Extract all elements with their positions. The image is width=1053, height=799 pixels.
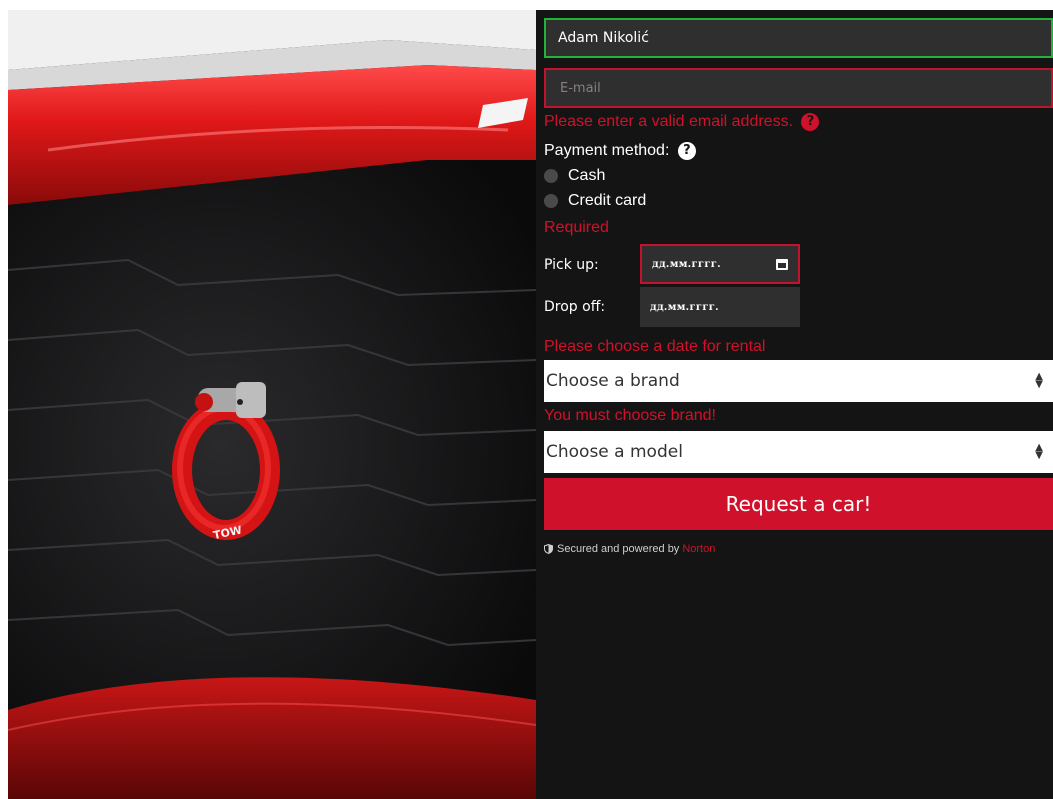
brand-select[interactable]: Choose a brand ▲ ▼: [544, 360, 1053, 402]
radio-credit-card[interactable]: Credit card: [544, 192, 646, 210]
dropoff-date-input[interactable]: дд.мм.гггг.: [640, 287, 800, 327]
hero-image: TOW: [8, 10, 536, 799]
pickup-date-value: дд.мм.гггг.: [652, 258, 721, 270]
email-error-text: Please enter a valid email address.: [544, 113, 794, 131]
secured-text: Secured and powered by: [557, 543, 680, 555]
radio-button[interactable]: [544, 169, 558, 183]
help-icon[interactable]: ?: [677, 142, 696, 160]
dropoff-date-value: дд.мм.гггг.: [650, 301, 719, 313]
model-select[interactable]: Choose a model ▲ ▼: [544, 431, 1053, 473]
payment-method-label: Payment method: ?: [544, 142, 696, 160]
shield-icon: [544, 544, 553, 554]
request-car-button[interactable]: Request a car!: [544, 478, 1053, 530]
help-icon[interactable]: ?: [801, 113, 820, 131]
payment-label-text: Payment method:: [544, 142, 670, 160]
radio-button[interactable]: [544, 194, 558, 208]
radio-cash[interactable]: Cash: [544, 167, 605, 185]
select-arrows-icon: ▲ ▼: [1035, 442, 1043, 461]
date-error: Please choose a date for rental: [544, 338, 766, 355]
brand-select-value: Choose a brand: [546, 371, 680, 391]
brand-error: You must choose brand!: [544, 407, 716, 424]
dropoff-label: Drop off:: [544, 299, 606, 315]
pickup-date-input[interactable]: дд.мм.гггг.: [640, 244, 800, 284]
model-select-value: Choose a model: [546, 442, 683, 462]
norton-link[interactable]: Norton: [682, 543, 715, 555]
name-field[interactable]: Adam Nikolić: [544, 18, 1053, 58]
car-tow-hook-photo: TOW: [8, 10, 536, 799]
secured-note: Secured and powered by Norton: [544, 543, 715, 555]
name-value: Adam Nikolić: [558, 30, 649, 46]
email-field[interactable]: [544, 68, 1053, 108]
radio-label: Cash: [568, 167, 606, 184]
payment-error: Required: [544, 219, 609, 236]
pickup-label: Pick up:: [544, 257, 599, 273]
calendar-icon[interactable]: [776, 258, 788, 270]
email-error: Please enter a valid email address. ?: [544, 113, 820, 131]
select-arrows-icon: ▲ ▼: [1035, 371, 1043, 390]
rental-form-panel: Adam Nikolić Please enter a valid email …: [536, 10, 1053, 799]
radio-label: Credit card: [568, 192, 647, 209]
email-input[interactable]: [558, 79, 1039, 97]
